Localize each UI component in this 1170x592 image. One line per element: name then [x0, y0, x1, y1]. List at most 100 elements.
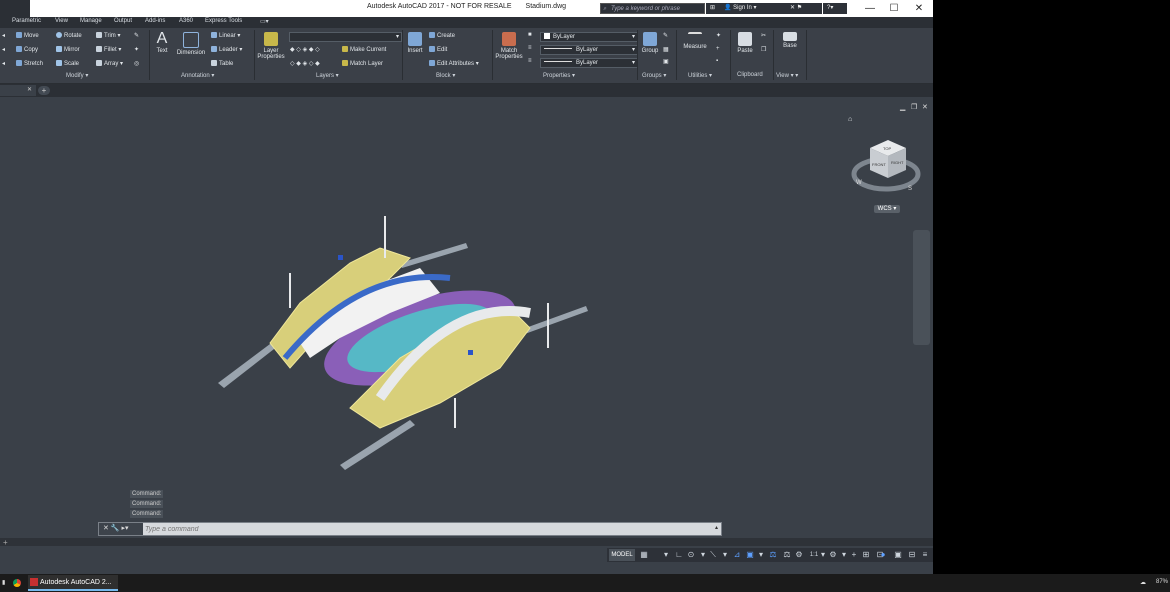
color-dropdown[interactable]: ByLayer ▾ — [540, 32, 638, 42]
leader-button[interactable]: Leader ▾ — [211, 46, 242, 53]
modify-panel-label[interactable]: Modify ▾ — [66, 72, 88, 79]
hardware-acceleration-icon[interactable]: ▣ — [893, 549, 903, 561]
clean-screen-icon[interactable]: ⊟ — [907, 549, 917, 561]
tab-manage[interactable]: Manage — [80, 18, 102, 24]
isodraft-icon[interactable]: ⟍ — [708, 549, 718, 561]
viewport-restore-icon[interactable]: ❐ — [911, 103, 917, 111]
quick-calc-icon[interactable]: ✦ — [716, 32, 721, 39]
block-panel-label[interactable]: Block ▾ — [436, 72, 455, 79]
tab-express-tools[interactable]: Express Tools — [205, 18, 242, 24]
layers-panel-label[interactable]: Layers ▾ — [316, 72, 339, 79]
text-button[interactable]: A Text — [152, 31, 172, 55]
new-tab-button[interactable]: + — [38, 86, 50, 95]
command-input[interactable] — [145, 524, 705, 534]
command-line-controls[interactable]: ✕ 🔧 ▸▾ — [99, 523, 143, 535]
battery-percent[interactable]: 87% — [1156, 579, 1168, 585]
dimension-button[interactable]: Dimension — [175, 32, 207, 56]
home-icon[interactable]: ⌂ — [848, 116, 852, 123]
layer-tools-row-1[interactable]: ◆ ◇ ◈ ◆ ◇ — [290, 46, 320, 53]
copy-button[interactable]: Copy — [16, 46, 38, 53]
chrome-icon[interactable] — [13, 579, 21, 587]
search-box[interactable]: ⌕ Type a keyword or phrase — [600, 3, 705, 14]
layer-tools-row-2[interactable]: ◇ ◆ ◈ ◇ ◆ — [290, 60, 320, 67]
point-icon[interactable]: + — [716, 46, 720, 52]
units-icon[interactable]: ⊞ — [861, 549, 871, 561]
command-line[interactable]: ✕ 🔧 ▸▾ ▴ — [98, 522, 722, 536]
model-space-button[interactable]: MODEL — [609, 549, 635, 561]
cut-icon[interactable]: ✂ — [761, 32, 766, 39]
array-button[interactable]: Array ▾ — [96, 60, 123, 67]
polar-icon[interactable]: ⊙ — [686, 549, 696, 561]
edit-block-button[interactable]: Edit — [429, 46, 447, 53]
lineweight-dropdown[interactable]: ByLayer ▾ — [540, 58, 638, 68]
insert-button[interactable]: Insert — [404, 32, 426, 54]
annotation-scale-icon[interactable]: ⚖ — [768, 549, 778, 561]
move-button[interactable]: Move — [16, 32, 39, 39]
minimize-button[interactable]: — — [858, 0, 882, 17]
linetype-dropdown[interactable]: ByLayer ▾ — [540, 45, 638, 55]
ucs-menu[interactable]: WCS ▾ — [874, 205, 900, 213]
object-snap-icon[interactable]: ⊿ — [732, 549, 742, 561]
chevron-down-icon[interactable]: ▾ — [661, 549, 671, 561]
annotation-monitor-icon[interactable]: + — [849, 549, 859, 561]
ribbon-toggle-icon[interactable]: ▭▾ — [260, 18, 269, 25]
customization-icon[interactable]: ≡ — [920, 549, 930, 561]
navigation-bar[interactable] — [913, 230, 930, 345]
workspace-gear-icon[interactable]: ⚙ — [828, 549, 838, 561]
close-icon[interactable]: ✕ — [103, 525, 109, 532]
close-tab-icon[interactable]: ✕ — [27, 85, 32, 96]
layer-properties-button[interactable]: Layer Properties — [256, 32, 286, 60]
modify-left-edge-icon[interactable]: ◂ — [2, 32, 5, 39]
groups-panel-label[interactable]: Groups ▾ — [642, 72, 666, 79]
grip[interactable] — [338, 255, 343, 260]
properties-panel-label[interactable]: Properties ▾ — [543, 72, 575, 79]
fillet-button[interactable]: Fillet ▾ — [96, 46, 121, 53]
viewport-minimize-icon[interactable]: ▁ — [900, 103, 905, 111]
modify-left-edge-icon-2[interactable]: ◂ — [2, 46, 5, 53]
base-button[interactable]: Base — [778, 32, 802, 49]
linear-button[interactable]: Linear ▾ — [211, 32, 240, 39]
select-all-icon[interactable]: ▪ — [716, 58, 718, 64]
3d-snap-icon[interactable]: ▣ — [745, 549, 755, 561]
edit-attributes-button[interactable]: Edit Attributes ▾ — [429, 60, 479, 67]
chevron-down-icon[interactable]: ▾ — [756, 549, 766, 561]
chevron-down-icon[interactable]: ▾ — [720, 549, 730, 561]
annotation-visibility-icon[interactable]: ⚖ — [782, 549, 792, 561]
close-button[interactable]: ✕ — [907, 0, 931, 17]
viewcube[interactable]: TOP FRONT RIGHT S W — [850, 132, 930, 202]
ungroup-icon[interactable]: ✎ — [663, 32, 668, 39]
table-button[interactable]: Table — [211, 60, 233, 67]
compass-south[interactable]: S — [908, 186, 912, 192]
isolate-objects-icon[interactable]: ● — [878, 549, 888, 561]
explode-icon[interactable]: ✦ — [134, 46, 139, 53]
match-properties-button[interactable]: Match Properties — [494, 32, 524, 60]
chevron-down-icon[interactable]: ▾ — [698, 549, 708, 561]
paste-button[interactable]: Paste — [733, 32, 757, 54]
tab-view[interactable]: View — [55, 18, 68, 24]
grid-icon[interactable]: ▦ — [639, 549, 649, 561]
make-current-button[interactable]: Make Current — [342, 46, 386, 53]
help-button[interactable]: ?▾ — [823, 3, 847, 14]
mirror-button[interactable]: Mirror — [56, 46, 80, 53]
modify-left-edge-icon-3[interactable]: ◂ — [2, 60, 5, 67]
create-block-button[interactable]: Create — [429, 32, 455, 39]
stadium-model[interactable] — [0, 98, 933, 538]
tab-output[interactable]: Output — [114, 18, 132, 24]
auto-scale-icon[interactable]: ⚙ — [794, 549, 804, 561]
maximize-button[interactable]: ☐ — [882, 0, 906, 17]
measure-button[interactable]: Measure — [680, 32, 710, 50]
trim-button[interactable]: Trim ▾ — [96, 32, 120, 39]
sign-in-button[interactable]: 👤 Sign In ▾ — [720, 3, 790, 14]
offset-icon[interactable]: ◎ — [134, 60, 139, 67]
copy-clip-icon[interactable]: ❐ — [761, 46, 766, 53]
exchange-icon[interactable]: ✕ ⚑ — [786, 3, 822, 14]
viewport-close-icon[interactable]: ✕ — [922, 103, 928, 111]
clipboard-panel-label[interactable]: Clipboard — [737, 72, 763, 78]
chevron-down-icon[interactable]: ▾ — [818, 549, 828, 561]
group-select-icon[interactable]: ▣ — [663, 58, 669, 65]
view-panel-label[interactable]: View ▾ ▾ — [776, 72, 798, 79]
layer-dropdown[interactable]: ▾ — [289, 32, 402, 42]
scale-button[interactable]: Scale — [56, 60, 79, 67]
chevron-down-icon[interactable]: ▾ — [839, 549, 849, 561]
ortho-icon[interactable]: ∟ — [674, 549, 684, 561]
